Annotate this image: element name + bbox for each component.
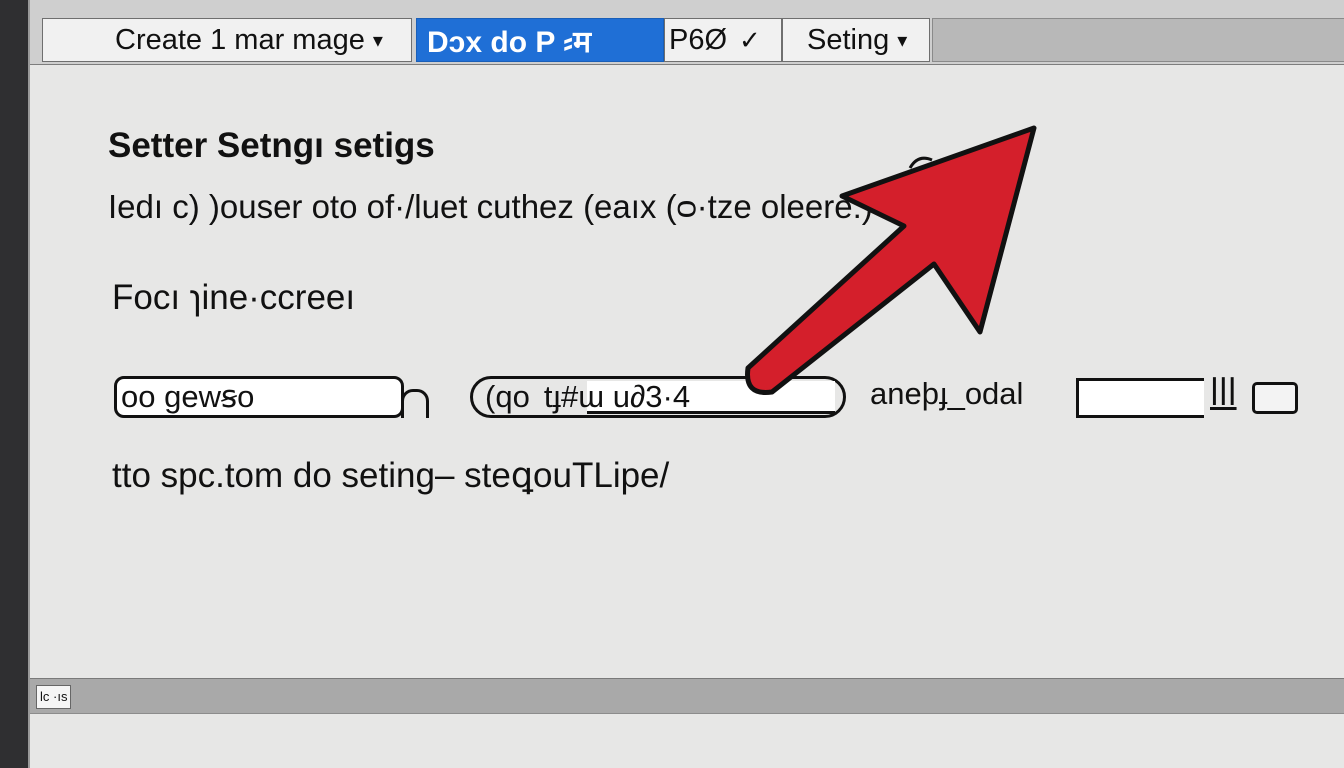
text-field-two-prefix: (qo xyxy=(485,379,530,414)
red-arrow-icon xyxy=(745,125,1037,395)
status-label: lc ·ıs xyxy=(36,685,72,709)
text-field-two-value: tɟ#ɯ u∂3·4 xyxy=(543,379,691,414)
settings-window: Create 1 mar mage ▾ Dɔx do P ⸗म P6Ø ✓ Se… xyxy=(28,0,1344,768)
status-bar: lc ·ıs xyxy=(30,678,1344,714)
